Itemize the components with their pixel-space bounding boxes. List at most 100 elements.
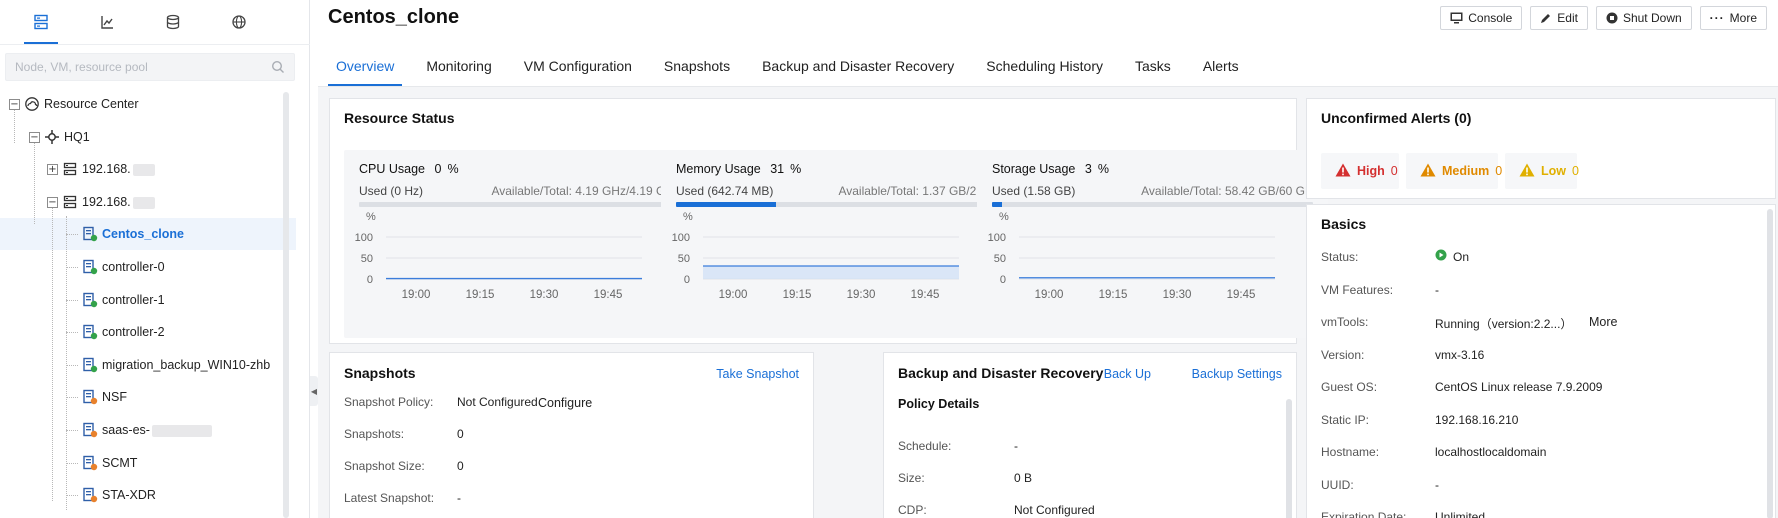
sidebar-collapse-handle[interactable]: ◀ — [310, 376, 318, 406]
tree-node[interactable]: controller-1 — [0, 284, 296, 316]
app-window: − Resource Center − HQ1 +192.168. − 192.168. Ce… — [0, 0, 1778, 518]
alert-chip-medium[interactable]: Medium 0 — [1406, 153, 1502, 189]
tree-node[interactable]: − 192.168. — [0, 186, 296, 218]
basics-value: On — [1453, 250, 1470, 264]
basics-value: CentOS Linux release 7.9.2009 — [1435, 380, 1603, 394]
tab-bar: Overview Monitoring VM Configuration Snapsh… — [328, 46, 1263, 86]
resource-used: Used (1.58 GB) — [992, 184, 1076, 198]
tree-node-label: Centos_clone — [102, 227, 184, 242]
tab-snapshots[interactable]: Snapshots — [656, 46, 738, 86]
tree-node[interactable]: NSF — [0, 381, 296, 413]
resource-available-total: Available/Total: 4.19 GHz/4.19 GHz — [491, 184, 680, 198]
collapse-icon[interactable]: − — [47, 196, 58, 208]
resource-percent: 31 — [770, 162, 785, 176]
tree-node[interactable]: controller-2 — [0, 316, 296, 348]
sidebar-tab-network[interactable] — [206, 0, 272, 44]
take-snapshot-link[interactable]: Take Snapshot — [716, 367, 799, 381]
basics-row: UUID: - — [1321, 478, 1761, 496]
basics-scrollbar[interactable] — [1767, 209, 1773, 518]
more-icon: ··· — [1709, 11, 1725, 25]
tree-node[interactable]: STA-XDR — [0, 479, 296, 511]
chart-icon — [101, 16, 113, 29]
backup-key: Schedule: — [898, 439, 952, 453]
vmtools-more-link[interactable]: More — [1589, 315, 1617, 329]
tree-node[interactable]: +192.168. — [0, 153, 296, 185]
expand-icon[interactable]: + — [47, 164, 58, 176]
tab-overview[interactable]: Overview — [328, 46, 403, 86]
tree-node[interactable]: migration_backup_WIN10-zhb — [0, 349, 296, 381]
snapshot-key: Snapshots: — [344, 427, 405, 441]
redacted-text — [132, 196, 155, 209]
server-icon — [34, 14, 48, 30]
usage-bar — [676, 202, 997, 207]
tab-alerts[interactable]: Alerts — [1195, 46, 1247, 86]
tree-node[interactable]: − Resource Center — [0, 88, 296, 120]
tab-backup-and-disaster-recovery[interactable]: Backup and Disaster Recovery — [754, 46, 962, 86]
collapse-icon[interactable]: − — [9, 99, 20, 110]
tree-node[interactable]: Centos_clone — [0, 218, 296, 251]
sidebar-tab-charts[interactable] — [74, 0, 140, 44]
vm-stopped-icon — [82, 422, 98, 438]
chart-y-tick: 0 — [1000, 274, 1006, 286]
chart-y-tick: 100 — [355, 232, 373, 244]
backup-settings-link[interactable]: Backup Settings — [1192, 367, 1282, 381]
tree-node-label: saas-es- — [102, 423, 212, 437]
sidebar-tab-servers[interactable] — [8, 0, 74, 44]
basics-row: Status: On — [1321, 249, 1761, 268]
tree-node[interactable]: controller-0 — [0, 251, 296, 283]
sidebar-tab-storage[interactable] — [140, 0, 206, 44]
sidebar-scrollbar[interactable] — [283, 92, 289, 518]
alert-chip-high[interactable]: High 0 — [1321, 153, 1399, 189]
chart-y-tick: 50 — [994, 253, 1006, 265]
console-button[interactable]: Console — [1440, 6, 1523, 30]
search-icon[interactable] — [271, 60, 285, 74]
shut-down-button[interactable]: Shut Down — [1595, 6, 1692, 30]
backup-scrollbar[interactable] — [1286, 399, 1292, 518]
tab-monitoring[interactable]: Monitoring — [418, 46, 499, 86]
usage-bar-fill — [992, 202, 1002, 207]
basics-title: Basics — [1321, 216, 1367, 232]
basics-row: VM Features: - — [1321, 283, 1761, 301]
vm-stopped-icon — [82, 455, 98, 471]
chart-x-tick: 19:15 — [783, 289, 812, 301]
alert-chip-low[interactable]: Low 0 — [1505, 153, 1579, 189]
backup-value: 0 B — [1014, 471, 1033, 485]
tab-tasks[interactable]: Tasks — [1127, 46, 1179, 86]
resource-card: CPU Usage 0% Used (0 Hz) Available/Total: … — [344, 150, 695, 338]
tree-node[interactable]: SCMT — [0, 447, 296, 479]
backup-row: Schedule: - — [898, 439, 1278, 457]
warning-icon — [1420, 163, 1436, 180]
snapshot-key: Snapshot Size: — [344, 459, 425, 473]
resource-card-title: Memory Usage 31% — [676, 162, 801, 176]
tab-vm-configuration[interactable]: VM Configuration — [516, 46, 640, 86]
resource-available-total: Available/Total: 1.37 GB/2 GB — [838, 184, 997, 198]
tree-node-label: controller-0 — [102, 260, 165, 274]
chart-x-tick: 19:45 — [1227, 289, 1256, 301]
usage-bar — [992, 202, 1313, 207]
more-button[interactable]: ··· More — [1699, 6, 1767, 30]
basics-key: Version: — [1321, 347, 1365, 362]
edit-button[interactable]: Edit — [1530, 6, 1588, 30]
tree-node[interactable]: saas-es- — [0, 414, 296, 446]
tree-node-label: Resource Center — [44, 97, 139, 111]
backup-key: Size: — [898, 471, 925, 485]
vm-running-icon — [82, 292, 98, 308]
resource-unit: % — [790, 162, 802, 176]
snapshot-row: Snapshot Policy: Not Configured Configure — [344, 395, 794, 413]
tree-node[interactable]: − HQ1 — [0, 121, 296, 153]
configure-link[interactable]: Configure — [538, 396, 592, 410]
resource-percent: 0 — [434, 162, 442, 176]
edit-button-label: Edit — [1557, 11, 1578, 25]
basics-value: vmx-3.16 — [1435, 347, 1485, 362]
chart-x-tick: 19:45 — [594, 289, 623, 301]
back-up-link[interactable]: Back Up — [1104, 367, 1151, 381]
collapse-icon[interactable]: − — [29, 131, 40, 143]
resource-card: Memory Usage 31% Used (642.74 MB) Availabl… — [661, 150, 1012, 338]
basics-key: Guest OS: — [1321, 380, 1378, 394]
tab-scheduling-history[interactable]: Scheduling History — [978, 46, 1111, 86]
usage-chart: % 100 50 0 19:00 19:15 19:30 19:45 — [355, 212, 642, 301]
database-icon — [166, 14, 180, 30]
sidebar-tabs — [0, 0, 310, 44]
search-input[interactable] — [6, 54, 256, 80]
resource-unit: % — [1097, 162, 1109, 176]
